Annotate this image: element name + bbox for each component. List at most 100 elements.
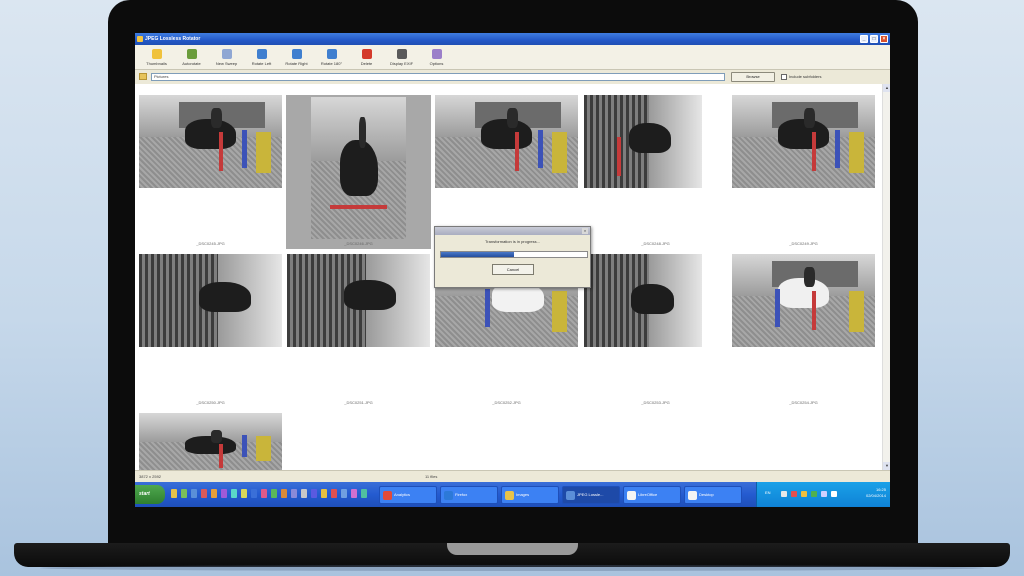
toolbar-icon [326,49,337,59]
toolbar-icon [431,49,442,59]
thumbnail-image[interactable] [139,254,282,347]
toolbar: Thumbnails Autorotate New Sweep Rotate Left… [135,45,890,70]
task-label: Analytics [394,492,411,497]
toolbar-button-delete[interactable]: Delete [349,45,384,70]
quicklaunch-icon[interactable] [201,489,207,498]
tray-icon[interactable] [801,491,807,497]
cancel-button[interactable]: Cancel [492,264,534,275]
quicklaunch-icon[interactable] [211,489,217,498]
thumbnail-filename: _DSC0245.JPG [196,241,225,246]
taskbar-task[interactable]: JPEG Lossle... [562,486,620,504]
thumbnail-image[interactable] [139,95,282,188]
thumbnail-image[interactable] [584,254,702,347]
quicklaunch-icon[interactable] [331,489,337,498]
progress-message: Transformation is in progress... [485,239,540,244]
quicklaunch-icon[interactable] [221,489,227,498]
path-input[interactable]: Pictures [151,73,725,81]
toolbar-label: Rotate Left [251,61,272,66]
tray-icon[interactable] [791,491,797,497]
toolbar-button-options[interactable]: Options [419,45,454,70]
quicklaunch-icon[interactable] [311,489,317,498]
task-icon [444,491,453,500]
task-icon [627,491,636,500]
thumbnail-image[interactable] [732,95,875,188]
task-icon [688,491,697,500]
quicklaunch-icon[interactable] [181,489,187,498]
system-tray: EN 16:25 02/04/2014 [756,482,890,507]
toolbar-icon [361,49,372,59]
quicklaunch-icon[interactable] [361,489,367,498]
thumbnail-image[interactable] [435,95,578,188]
tray-icon[interactable] [781,491,787,497]
close-button[interactable]: × [880,35,888,43]
taskbar-task[interactable]: Images [501,486,559,504]
thumbnail-filename: _DSC0253.JPG [641,400,670,405]
thumbnail-filename: _DSC0251.JPG [344,400,373,405]
quicklaunch-icon[interactable] [301,489,307,498]
volume-icon[interactable] [831,491,837,497]
toolbar-button-thumbnails[interactable]: Thumbnails [139,45,174,70]
vertical-scrollbar[interactable]: ▲ ▼ [882,84,890,470]
progress-fill [441,252,514,257]
quicklaunch-icon[interactable] [291,489,297,498]
thumbnail-image[interactable] [311,97,406,239]
status-bar: 3872 x 2592 11 files [135,470,890,482]
include-subfolders-checkbox[interactable] [781,74,787,80]
toolbar-icon [221,49,232,59]
quicklaunch-icon[interactable] [231,489,237,498]
clock[interactable]: 16:25 02/04/2014 [866,487,886,499]
progress-dialog: × Transformation is in progress... Cance… [434,226,591,288]
task-icon [505,491,514,500]
task-icon [383,491,392,500]
start-button[interactable]: start [135,485,165,504]
thumbnail-filename: _DSC0249.JPG [789,241,818,246]
toolbar-label: Options [429,61,444,66]
thumbnail-image[interactable] [287,254,430,347]
toolbar-icon [396,49,407,59]
maximize-button[interactable]: □ [870,35,878,43]
toolbar-button-rotate-left[interactable]: Rotate Left [244,45,279,70]
quicklaunch-icon[interactable] [191,489,197,498]
toolbar-button-display-exif[interactable]: Display EXIF [384,45,419,70]
tray-icon[interactable] [811,491,817,497]
taskbar-task[interactable]: Firefox [440,486,498,504]
quicklaunch-icon[interactable] [271,489,277,498]
thumbnail-image[interactable] [139,413,282,470]
taskbar-task[interactable]: LibreOffice [623,486,681,504]
quicklaunch-icon[interactable] [251,489,257,498]
task-label: Desktop [699,492,714,497]
include-subfolders-label: Include subfolders [789,74,822,79]
quicklaunch-icon[interactable] [321,489,327,498]
toolbar-button-rotate-180-[interactable]: Rotate 180° [314,45,349,70]
window-titlebar[interactable]: JPEG Lossless Rotator _ □ × [135,33,890,45]
toolbar-icon [256,49,267,59]
clock-date: 02/04/2014 [865,493,886,498]
toolbar-button-rotate-right[interactable]: Rotate Right [279,45,314,70]
toolbar-button-autorotate[interactable]: Autorotate [174,45,209,70]
address-bar: Pictures Browse Include subfolders [135,71,890,83]
scroll-up-icon[interactable]: ▲ [883,84,890,92]
toolbar-icon [151,49,162,59]
task-label: Firefox [455,492,468,497]
dialog-titlebar[interactable] [435,227,590,235]
quicklaunch-icon[interactable] [281,489,287,498]
language-indicator[interactable]: EN [765,490,771,495]
tray-icon[interactable] [821,491,827,497]
quicklaunch-icon[interactable] [261,489,267,498]
taskbar-task[interactable]: Analytics [379,486,437,504]
taskbar-task[interactable]: Desktop [684,486,742,504]
minimize-button[interactable]: _ [860,35,868,43]
quicklaunch-icon[interactable] [241,489,247,498]
thumbnail-image[interactable] [732,254,875,347]
quicklaunch-icon[interactable] [341,489,347,498]
browse-button[interactable]: Browse [731,72,775,82]
thumbnail-filename: _DSC0254.JPG [789,400,818,405]
toolbar-button-new-sweep[interactable]: New Sweep [209,45,244,70]
task-label: JPEG Lossle... [577,492,604,497]
scroll-down-icon[interactable]: ▼ [883,462,890,470]
toolbar-label: Rotate Right [285,61,308,66]
dialog-close-icon[interactable]: × [582,228,588,234]
quicklaunch-icon[interactable] [351,489,357,498]
thumbnail-image[interactable] [584,95,702,188]
quicklaunch-icon[interactable] [171,489,177,498]
